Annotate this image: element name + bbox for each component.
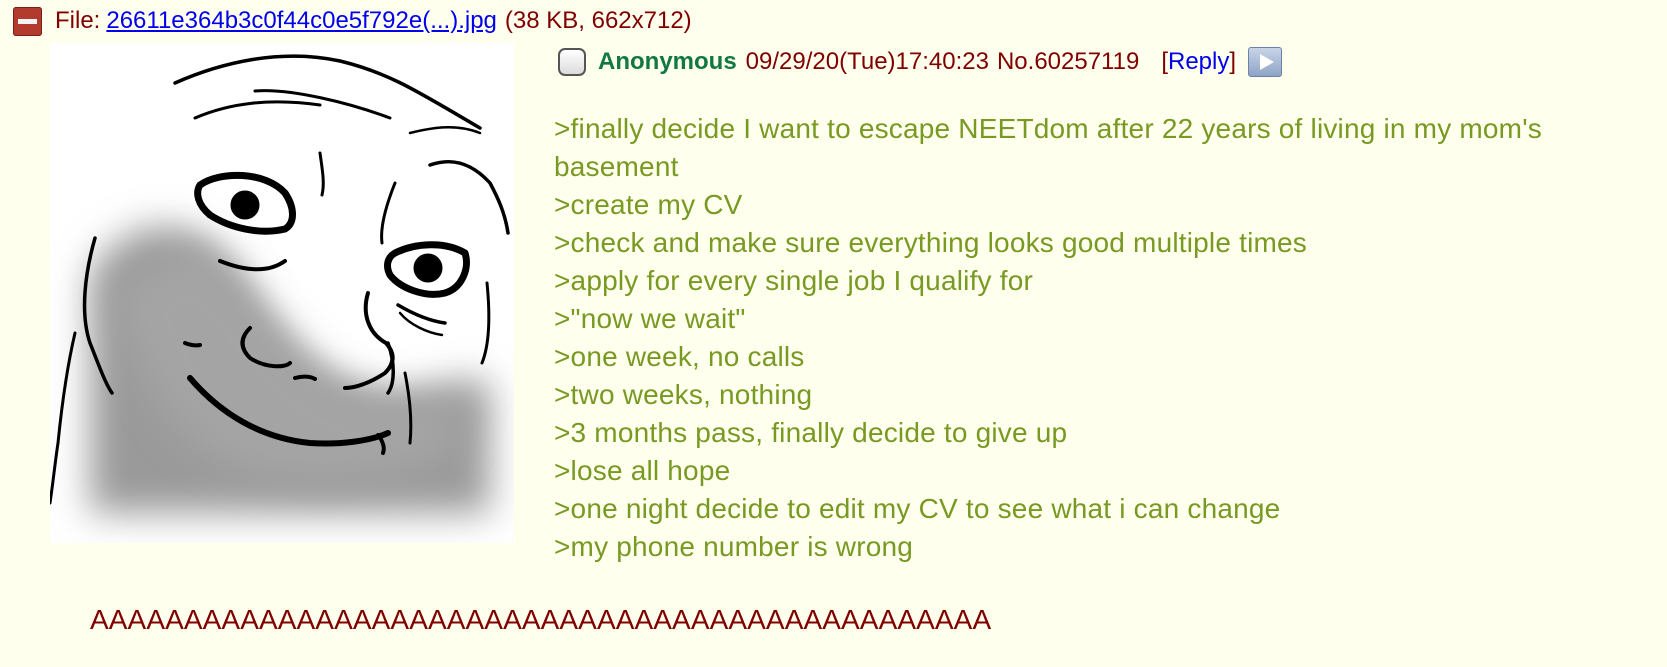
post-select-checkbox[interactable] bbox=[558, 48, 586, 76]
file-info: File: 26611e364b3c0f44c0e5f792e(...).jpg… bbox=[13, 6, 692, 36]
post-header: Anonymous 09/29/20(Tue)17:40:23 No.60257… bbox=[558, 44, 1283, 80]
file-label: File: bbox=[55, 7, 101, 34]
reply-link[interactable]: Reply bbox=[1168, 48, 1229, 76]
greentext-line: >apply for every single job I qualify fo… bbox=[554, 265, 1034, 296]
post-number[interactable]: No.60257119 bbox=[997, 48, 1139, 76]
greentext-line: >finally decide I want to escape NEETdom… bbox=[554, 113, 1542, 182]
post-datetime: 09/29/20(Tue)17:40:23 bbox=[745, 48, 989, 75]
play-icon[interactable] bbox=[1248, 47, 1283, 77]
reply-open-bracket: [ bbox=[1161, 48, 1168, 75]
greentext-line: >3 months pass, finally decide to give u… bbox=[554, 417, 1068, 448]
greentext-line: >lose all hope bbox=[554, 455, 731, 486]
wojak-face-drawing bbox=[50, 43, 514, 543]
minus-icon[interactable] bbox=[13, 6, 42, 36]
greentext-line: >check and make sure everything looks go… bbox=[554, 227, 1308, 258]
greentext-line: >one week, no calls bbox=[554, 341, 805, 372]
greentext-line: >create my CV bbox=[554, 189, 743, 220]
closing-line: AAAAAAAAAAAAAAAAAAAAAAAAAAAAAAAAAAAAAAAA… bbox=[90, 604, 992, 635]
greentext-line: >my phone number is wrong bbox=[554, 531, 914, 562]
file-meta: (38 KB, 662x712) bbox=[504, 7, 692, 34]
greentext-line: >one night decide to edit my CV to see w… bbox=[554, 493, 1281, 524]
greentext-line: >"now we wait" bbox=[554, 303, 746, 334]
reply-close-bracket: ] bbox=[1229, 48, 1237, 75]
post-message: >finally decide I want to escape NEETdom… bbox=[554, 110, 1554, 566]
poster-name: Anonymous bbox=[598, 48, 737, 75]
greentext-line: >two weeks, nothing bbox=[554, 379, 813, 410]
file-link[interactable]: 26611e364b3c0f44c0e5f792e(...).jpg bbox=[106, 7, 497, 35]
post-image-thumbnail[interactable] bbox=[50, 43, 514, 543]
post-container: File: 26611e364b3c0f44c0e5f792e(...).jpg… bbox=[0, 0, 1667, 667]
